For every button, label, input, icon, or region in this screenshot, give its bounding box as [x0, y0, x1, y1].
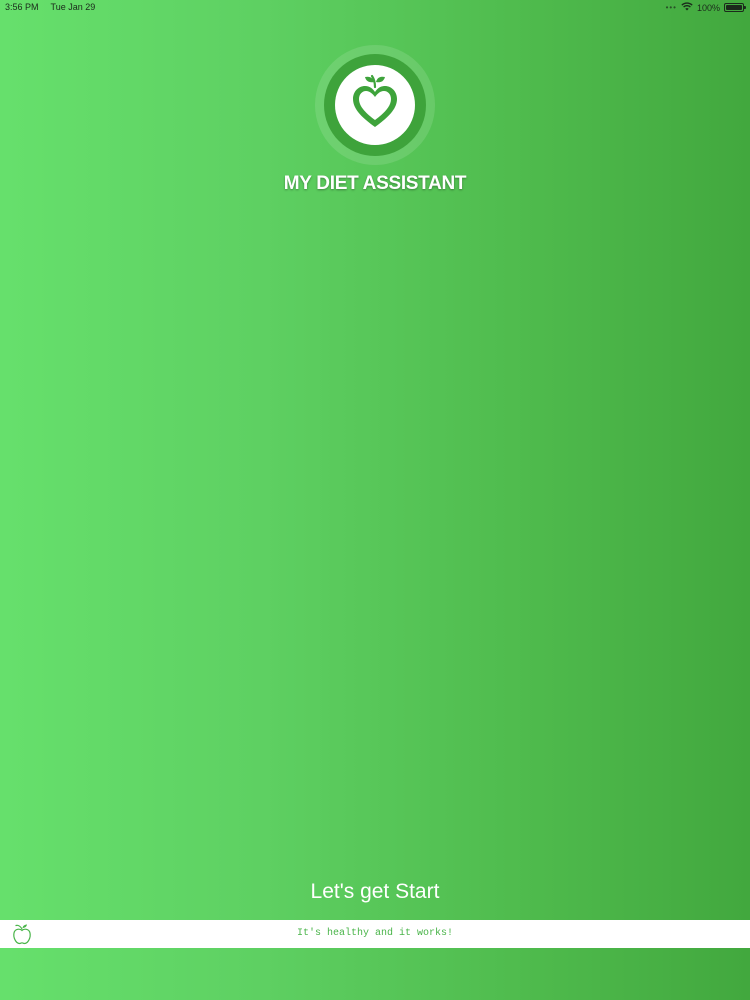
app-logo: [315, 45, 435, 165]
status-left: 3:56 PM Tue Jan 29: [5, 2, 95, 12]
status-right: ••• 100%: [665, 2, 746, 13]
wifi-icon: [681, 2, 693, 13]
status-time: 3:56 PM: [5, 2, 39, 12]
battery-icon: [724, 3, 746, 12]
app-title: MY DIET ASSISTANT: [283, 173, 467, 194]
battery-percent: 100%: [696, 2, 720, 13]
footer-banner: It's healthy and it works!: [0, 920, 750, 948]
start-button[interactable]: Let's get Start: [0, 880, 750, 904]
heart-apple-icon: [353, 74, 397, 127]
battery-fill: [726, 5, 742, 10]
status-bar: 3:56 PM Tue Jan 29 ••• 100%: [0, 0, 750, 14]
signal-dots: •••: [665, 3, 677, 12]
status-date: Tue Jan 29: [50, 2, 96, 12]
tagline: It's healthy and it works!: [296, 928, 454, 939]
